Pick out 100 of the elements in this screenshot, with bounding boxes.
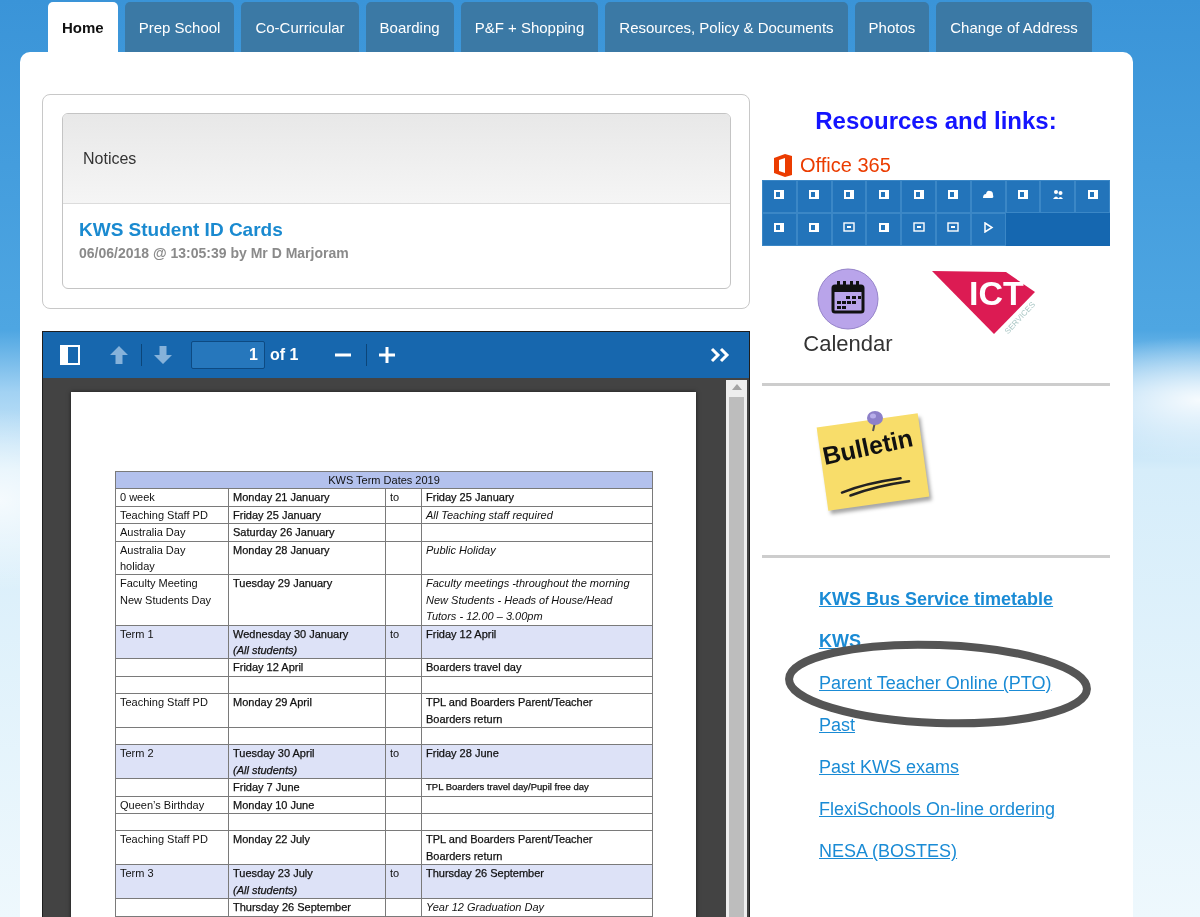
document-icon — [947, 189, 960, 200]
app-tile[interactable] — [1005, 180, 1041, 213]
table-cell: Tuesday 23 July (All students) — [228, 864, 386, 899]
app-tile[interactable] — [866, 180, 902, 213]
screen-icon — [947, 222, 960, 233]
app-tile[interactable] — [831, 213, 867, 246]
app-tile[interactable] — [901, 180, 936, 213]
resource-link[interactable]: Past KWS exams — [819, 757, 960, 777]
document-icon — [877, 189, 890, 200]
table-cell: Thursday 26 September — [421, 864, 653, 899]
scrollbar[interactable] — [726, 380, 747, 917]
app-tile[interactable] — [936, 180, 971, 213]
app-tile[interactable] — [970, 213, 1006, 246]
table-cell: Faculty Meeting New Students Day — [115, 574, 229, 626]
page-count-label: of 1 — [270, 346, 299, 364]
table-cell: Saturday 26 January — [228, 523, 386, 542]
table-cell: Year 12 Graduation Day — [421, 898, 653, 916]
table-cell: to — [385, 744, 422, 779]
nav-tab[interactable]: Resources, Policy & Documents — [605, 2, 848, 52]
resource-link[interactable]: NESA (BOSTES) — [819, 841, 958, 861]
nav-tab[interactable]: Change of Address — [936, 2, 1092, 52]
notice-link[interactable]: KWS Student ID Cards — [79, 219, 283, 241]
table-cell: Thursday 26 September — [228, 898, 386, 916]
nav-tab[interactable]: Photos — [854, 2, 930, 52]
document-icon — [773, 222, 786, 233]
double-chevron-icon[interactable] — [710, 347, 730, 363]
table-cell: Boarders travel day — [421, 658, 653, 677]
resource-link[interactable]: Parent Teacher Online (PTO) — [819, 673, 1052, 693]
table-cell: Monday 21 January — [228, 488, 386, 507]
document-icon — [912, 189, 925, 200]
table-cell: Monday 22 July — [228, 831, 386, 865]
app-tile[interactable] — [762, 213, 797, 246]
app-tile[interactable] — [1040, 180, 1076, 213]
screen-icon — [912, 222, 925, 233]
scribble-icon — [838, 474, 913, 499]
table-cell: Friday 12 April — [228, 658, 386, 677]
section-heading: Resources and links: — [815, 107, 1057, 135]
resource-link[interactable]: FlexiSchools On-line ordering — [819, 799, 1056, 819]
calendar-icon[interactable] — [817, 268, 879, 330]
play-icon — [982, 222, 995, 233]
nav-tab[interactable]: Boarding — [365, 2, 454, 52]
app-tile[interactable] — [901, 213, 936, 246]
notices-header: Notices — [63, 114, 730, 204]
table-cell: Tuesday 30 April (All students) — [228, 744, 386, 779]
table-cell: Monday 29 April — [228, 693, 386, 728]
sticky-note[interactable]: Bulletin — [816, 413, 930, 511]
screen-icon — [843, 222, 855, 233]
document-icon — [808, 222, 821, 233]
document-icon — [1086, 189, 1099, 200]
page-number-field[interactable]: 1 — [191, 341, 265, 369]
app-tile[interactable] — [866, 213, 902, 246]
table-cell: Australia Day holiday — [115, 541, 229, 575]
resource-link[interactable]: Past — [819, 715, 856, 735]
app-tile[interactable] — [796, 213, 832, 246]
app-tile[interactable] — [936, 213, 971, 246]
table-cell: Tuesday 29 January — [228, 574, 386, 626]
app-tile[interactable] — [1075, 180, 1110, 213]
nav-tab[interactable]: P&F + Shopping — [460, 2, 599, 52]
table-cell: Friday 25 January — [228, 506, 386, 524]
table-cell: to — [385, 625, 422, 659]
table-cell: All Teaching staff required — [421, 506, 653, 524]
plus-icon[interactable] — [379, 347, 396, 363]
minus-icon[interactable] — [335, 353, 352, 357]
sidebar-toggle-icon[interactable] — [60, 345, 80, 365]
table-cell: TPL Boarders travel day/Pupil free day — [421, 778, 653, 797]
resource-link[interactable]: KWS Bus Service timetable — [819, 589, 1054, 609]
table-cell: Monday 10 June — [228, 796, 386, 814]
table-cell: Term 2 — [115, 744, 229, 779]
nav-tab[interactable]: Co-Curricular — [241, 2, 359, 52]
table-cell: to — [385, 864, 422, 899]
nav-tab[interactable]: Prep School — [124, 2, 235, 52]
resource-link[interactable]: KWS — [819, 631, 861, 651]
scrollbar-thumb[interactable] — [729, 397, 744, 917]
document-icon — [1017, 189, 1029, 200]
document-icon — [877, 222, 890, 233]
document-icon — [773, 189, 786, 200]
nav-tab[interactable]: Home — [48, 2, 118, 52]
logo-text[interactable]: Office 365 — [800, 154, 891, 176]
table-cell: Faculty meetings -throughout the morning New Students - Heads of House/Head Tutors - 12.00 – 3.00pm — [421, 574, 653, 626]
logo-icon[interactable] — [932, 271, 1036, 335]
notice-meta: 06/06/2018 @ 13:05:39 by Mr D Marjoram — [79, 244, 349, 262]
app-tile[interactable] — [762, 180, 797, 213]
table-cell: TPL and Boarders Parent/Teacher Boarders return — [421, 693, 653, 728]
table-cell: Teaching Staff PD — [115, 831, 229, 865]
table-cell: Friday 25 January — [421, 488, 653, 507]
table-cell: to — [385, 488, 422, 507]
calendar-label[interactable]: Calendar — [803, 332, 893, 356]
app-tile[interactable] — [796, 180, 832, 213]
table-cell: Teaching Staff PD — [115, 693, 229, 728]
table-cell: 0 week — [115, 488, 229, 507]
cloud-icon — [982, 189, 995, 200]
document-icon — [843, 189, 855, 200]
app-tile[interactable] — [831, 180, 867, 213]
logo-icon[interactable] — [773, 153, 793, 177]
table-cell: Queen’s Birthday — [115, 796, 229, 814]
note-label: Bulletin — [820, 425, 916, 469]
app-tile[interactable] — [970, 180, 1006, 213]
table-cell: Australia Day — [115, 523, 229, 542]
table-cell: Term 3 — [115, 864, 229, 899]
table-cell: Term 1 — [115, 625, 229, 659]
